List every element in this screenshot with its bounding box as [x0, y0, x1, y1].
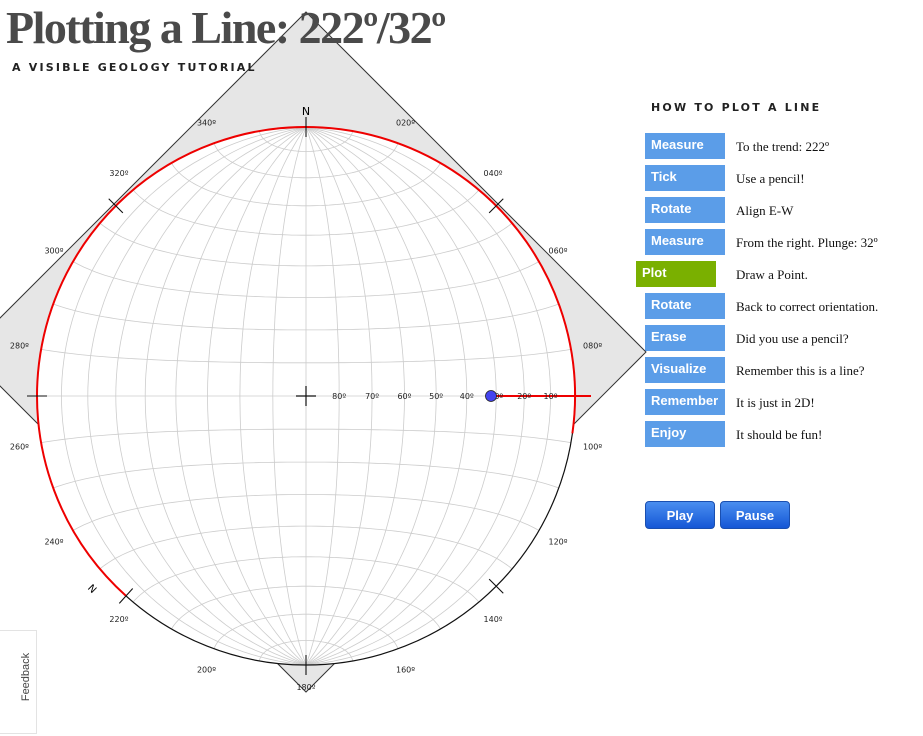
north-label: N: [302, 105, 310, 118]
azimuth-label: 060º: [548, 247, 567, 256]
azimuth-label: 080º: [583, 341, 602, 350]
plunge-label: 70º: [365, 392, 379, 401]
azimuth-label: 020º: [396, 119, 415, 128]
azimuth-label: 240º: [44, 538, 63, 547]
stereonet: N N 340º 020º 320º 040º 300º 060º 280º 080º 260º…: [0, 11, 647, 693]
plunge-label: 80º: [332, 392, 346, 401]
azimuth-label: 300º: [44, 247, 63, 256]
plotted-point: [485, 390, 497, 402]
page-title: Plotting a Line: 222º/32º: [6, 2, 446, 53]
azimuth-label: 100º: [583, 443, 602, 452]
plunge-label: 40º: [460, 392, 474, 401]
azimuth-label: 200º: [197, 665, 216, 674]
azimuth-label: 220º: [109, 615, 128, 624]
azimuth-label: 160º: [396, 665, 415, 674]
page-subtitle: A VISIBLE GEOLOGY TUTORIAL: [12, 61, 257, 74]
azimuth-label: 260º: [10, 443, 29, 452]
azimuth-label: 280º: [10, 341, 29, 350]
plunge-label: 10º: [544, 392, 558, 401]
azimuth-label: 040º: [484, 169, 503, 178]
plunge-label: 20º: [517, 392, 531, 401]
plunge-label: 50º: [429, 392, 443, 401]
azimuth-label: 320º: [109, 169, 128, 178]
trend-north-label: N: [87, 581, 100, 594]
azimuth-label: 140º: [484, 615, 503, 624]
azimuth-label: 340º: [197, 119, 216, 128]
azimuth-label: 180º: [296, 683, 315, 692]
plunge-label: 60º: [397, 392, 411, 401]
azimuth-label: 120º: [548, 538, 567, 547]
